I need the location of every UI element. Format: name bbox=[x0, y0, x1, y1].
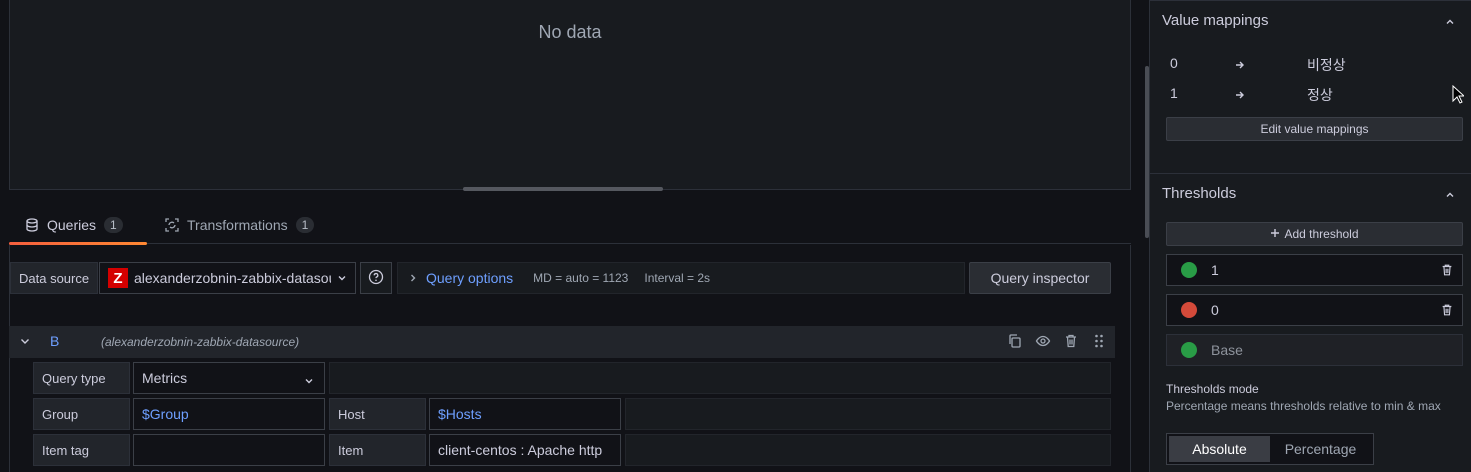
value-mapping-row: 1 정상 bbox=[1170, 85, 1460, 105]
threshold-base-row: Base bbox=[1166, 334, 1463, 366]
chevron-down-icon bbox=[337, 270, 347, 286]
threshold-color-dot[interactable] bbox=[1181, 302, 1197, 318]
delete-query-trash-icon[interactable] bbox=[1063, 333, 1079, 352]
no-data-text: No data bbox=[538, 22, 602, 42]
datasource-row: Data source bbox=[10, 262, 99, 294]
datasource-help-button[interactable] bbox=[360, 262, 392, 294]
value-mapping-from: 1 bbox=[1170, 85, 1178, 101]
query-name[interactable]: B bbox=[50, 333, 59, 349]
value-mapping-row: 0 비정상 bbox=[1170, 55, 1460, 75]
editor-tabs: Queries 1 Transformations 1 bbox=[9, 206, 1131, 245]
query-options-label: Query options bbox=[426, 270, 514, 286]
tab-queries-label: Queries bbox=[47, 217, 97, 233]
host-input[interactable]: $Hosts bbox=[429, 398, 621, 430]
thresholds-mode-title: Thresholds mode bbox=[1166, 382, 1259, 396]
threshold-row: 0 bbox=[1166, 294, 1463, 326]
value-mappings-title[interactable]: Value mappings bbox=[1162, 12, 1268, 29]
trash-icon[interactable] bbox=[1440, 303, 1454, 320]
chevron-right-icon bbox=[408, 270, 418, 286]
datasource-picker[interactable]: Z alexanderzobnin-zabbix-datasource bbox=[99, 262, 356, 294]
value-mapping-to: 정상 bbox=[1307, 87, 1333, 103]
duplicate-query-icon[interactable] bbox=[1007, 333, 1023, 352]
tab-transformations-count: 1 bbox=[295, 217, 315, 233]
query-type-row-filler bbox=[329, 362, 1111, 394]
query-options-md: MD = auto = 1123 bbox=[533, 271, 629, 285]
section-divider bbox=[1150, 0, 1471, 1]
value-mapping-to: 비정상 bbox=[1307, 57, 1346, 73]
editor-main: No data Queries 1 Transformations 1 Data… bbox=[0, 0, 1131, 472]
mode-absolute-option[interactable]: Absolute bbox=[1169, 436, 1270, 462]
query-type-value: Metrics bbox=[142, 370, 188, 386]
arrow-right-icon bbox=[1234, 88, 1246, 104]
group-input[interactable]: $Group bbox=[133, 398, 325, 430]
panel-preview: No data bbox=[9, 0, 1131, 190]
plus-icon bbox=[1270, 227, 1280, 241]
query-inspector-button[interactable]: Query inspector bbox=[969, 262, 1111, 294]
query-options-toggle[interactable]: Query options MD = auto = 1123 Interval … bbox=[397, 262, 965, 294]
tab-queries-count: 1 bbox=[104, 217, 123, 233]
group-row-filler bbox=[625, 398, 1111, 430]
group-label: Group bbox=[33, 398, 130, 430]
query-type-select[interactable]: Metrics bbox=[133, 362, 325, 394]
question-circle-icon bbox=[368, 269, 384, 288]
threshold-color-dot[interactable] bbox=[1181, 262, 1197, 278]
datasource-value: alexanderzobnin-zabbix-datasource bbox=[134, 270, 331, 286]
add-threshold-button[interactable]: Add threshold bbox=[1166, 222, 1463, 246]
chevron-down-icon bbox=[304, 373, 314, 389]
threshold-row: 1 bbox=[1166, 254, 1463, 286]
thresholds-title[interactable]: Thresholds bbox=[1162, 185, 1236, 202]
toggle-visibility-eye-icon[interactable] bbox=[1035, 333, 1051, 352]
tab-queries[interactable]: Queries 1 bbox=[9, 206, 147, 245]
value-mapping-from: 0 bbox=[1170, 55, 1178, 71]
tab-transformations-label: Transformations bbox=[187, 217, 288, 233]
thresholds-mode-description: Percentage means thresholds relative to … bbox=[1166, 399, 1441, 413]
threshold-value[interactable]: 0 bbox=[1211, 302, 1219, 318]
tab-transformations[interactable]: Transformations 1 bbox=[161, 206, 318, 244]
threshold-color-dot[interactable] bbox=[1181, 342, 1197, 358]
arrow-right-icon bbox=[1234, 58, 1246, 74]
datasource-label: Data source bbox=[10, 262, 99, 294]
query-row-header: B (alexanderzobnin-zabbix-datasource) bbox=[9, 326, 1115, 358]
chevron-up-icon[interactable] bbox=[1445, 187, 1455, 203]
host-label: Host bbox=[329, 398, 426, 430]
chevron-up-icon[interactable] bbox=[1445, 14, 1455, 30]
item-tag-input[interactable] bbox=[133, 434, 325, 466]
query-actions bbox=[1007, 333, 1107, 352]
add-threshold-label: Add threshold bbox=[1284, 227, 1359, 241]
mode-percentage-option[interactable]: Percentage bbox=[1270, 436, 1371, 462]
threshold-value[interactable]: 1 bbox=[1211, 262, 1219, 278]
pane-resize-handle[interactable] bbox=[463, 187, 663, 191]
zabbix-logo-icon: Z bbox=[108, 268, 128, 288]
item-input[interactable]: client-centos : Apache http bbox=[429, 434, 621, 466]
drag-handle-icon[interactable] bbox=[1091, 333, 1107, 352]
query-datasource-name: (alexanderzobnin-zabbix-datasource) bbox=[101, 335, 300, 349]
item-tag-label: Item tag bbox=[33, 434, 130, 466]
edit-value-mappings-button[interactable]: Edit value mappings bbox=[1166, 117, 1463, 141]
mouse-pointer-icon bbox=[1452, 84, 1466, 108]
thresholds-mode-radio-group: Absolute Percentage bbox=[1166, 433, 1374, 465]
transform-icon bbox=[165, 218, 179, 232]
section-divider bbox=[1150, 173, 1471, 174]
threshold-base-label: Base bbox=[1211, 342, 1243, 358]
database-icon bbox=[25, 218, 39, 232]
item-row-filler bbox=[625, 434, 1111, 466]
query-options-interval: Interval = 2s bbox=[644, 271, 711, 285]
options-pane: Value mappings 0 비정상 1 정상 Edit value map… bbox=[1149, 0, 1471, 472]
panel-editor: No data Queries 1 Transformations 1 Data… bbox=[0, 0, 1471, 472]
collapse-query-chevron-icon[interactable] bbox=[19, 334, 31, 351]
query-type-label: Query type bbox=[33, 362, 130, 394]
item-label: Item bbox=[329, 434, 426, 466]
trash-icon[interactable] bbox=[1440, 263, 1454, 280]
